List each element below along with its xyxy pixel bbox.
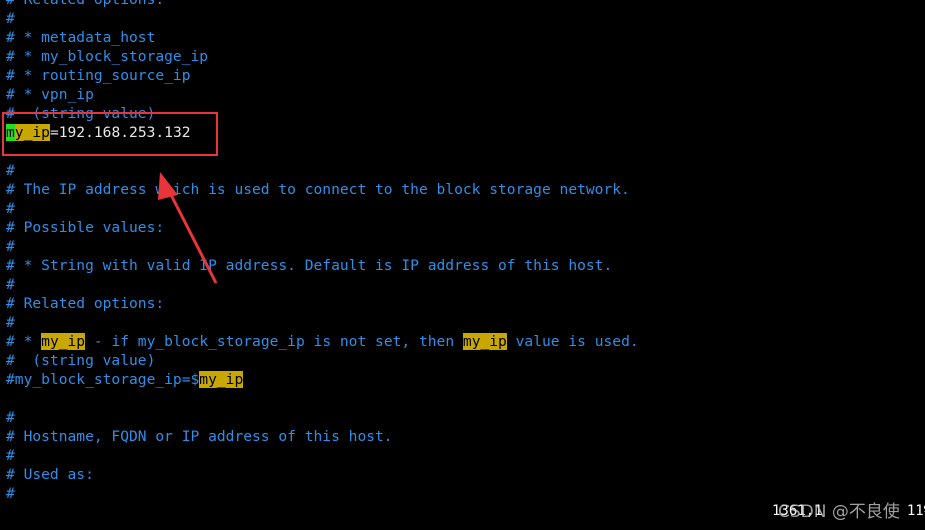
scroll-percent: 11% [906, 503, 925, 519]
annotation-arrow [158, 172, 218, 284]
watermark: CSDN @不良使 [778, 502, 900, 522]
